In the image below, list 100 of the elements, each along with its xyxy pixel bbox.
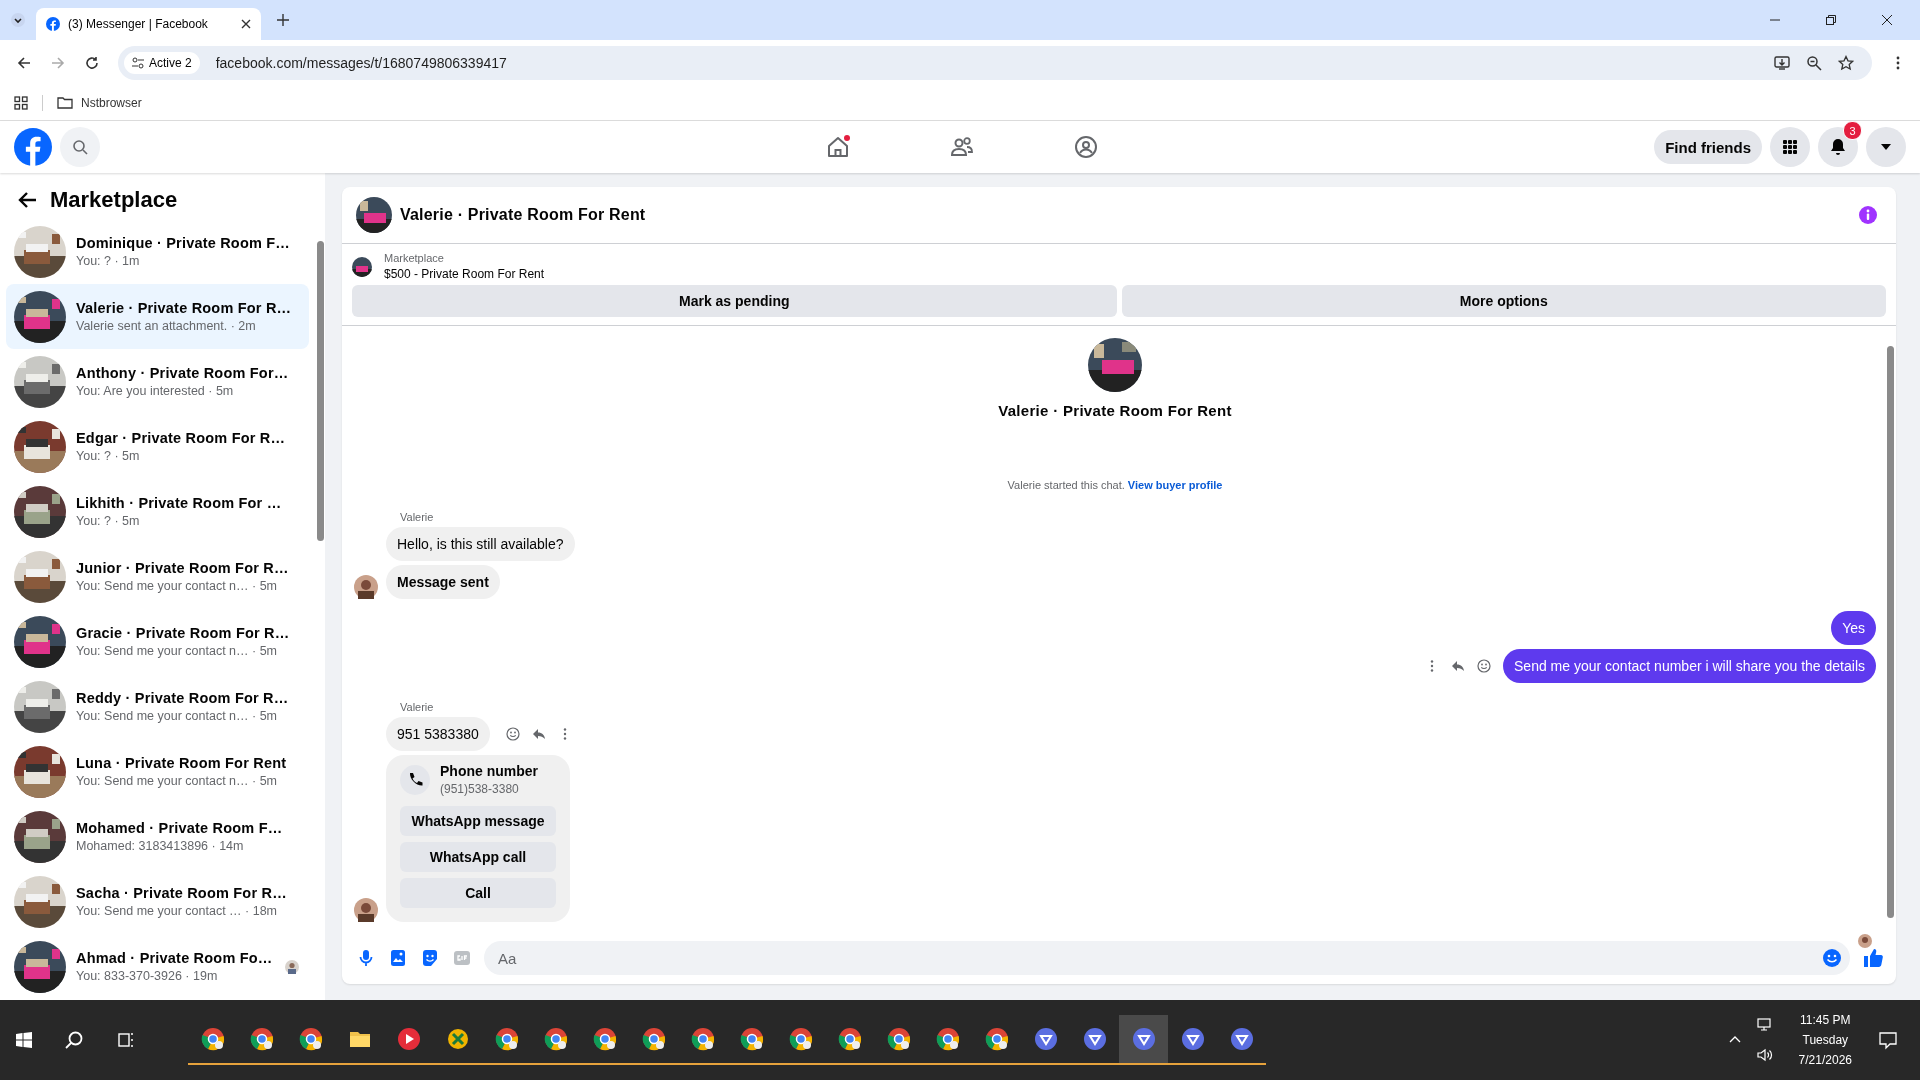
folder-icon bbox=[57, 94, 73, 111]
conversation-preview: You: Send me your contact n… · 5m bbox=[76, 774, 279, 788]
conversation-name: Gracie · Private Room For R… bbox=[76, 625, 290, 641]
contact-number: (951)538-3380 bbox=[440, 782, 520, 796]
browser-icon bbox=[494, 1027, 519, 1051]
conversation-preview: You: ? · 1m bbox=[76, 254, 141, 268]
bookmark-folder[interactable]: Nstbrowser bbox=[57, 94, 142, 111]
outgoing-message: Send me your contact number i will share you the details bbox=[1503, 649, 1876, 683]
windows-icon[interactable] bbox=[16, 1032, 32, 1048]
thumbs-up-icon[interactable] bbox=[1862, 947, 1884, 969]
conversation-preview: You: ? · 5m bbox=[76, 449, 141, 463]
conversation-item[interactable]: Junior · Private Room For R… You: Send me your contact n… · 5m bbox=[6, 544, 309, 609]
conversation-name: Dominique · Private Room F… bbox=[76, 235, 291, 251]
browser-icon bbox=[1131, 1027, 1156, 1051]
conversation-name: Mohamed · Private Room F… bbox=[76, 820, 283, 836]
conversation-name: Sacha · Private Room For R… bbox=[76, 885, 287, 901]
browser-icon bbox=[837, 1027, 862, 1051]
contact-action-button[interactable]: Call bbox=[400, 878, 556, 908]
contact-title: Phone number bbox=[440, 763, 538, 779]
close-icon[interactable] bbox=[241, 19, 251, 29]
notifications-icon[interactable] bbox=[1878, 1030, 1898, 1050]
smiley-icon[interactable] bbox=[505, 727, 520, 741]
conversation-preview: You: Are you interested · 5m bbox=[76, 384, 235, 398]
profile-chip[interactable]: Active 2 bbox=[124, 51, 200, 74]
conversation-preview: You: Send me your contact n… · 5m bbox=[76, 644, 279, 658]
conversation-item[interactable]: Gracie · Private Room For R… You: Send me your contact n… · 5m bbox=[6, 609, 309, 674]
conversation-item[interactable]: Sacha · Private Room For R… You: Send me your contact … · 18m bbox=[6, 869, 309, 934]
reload-icon[interactable] bbox=[84, 54, 100, 71]
listing-title: $500 - Private Room For Rent bbox=[384, 267, 545, 281]
site-settings-icon bbox=[132, 56, 144, 69]
taskbar-app[interactable] bbox=[1119, 1015, 1168, 1065]
task-view-icon[interactable] bbox=[116, 1030, 136, 1050]
new-tab-icon[interactable] bbox=[277, 14, 289, 26]
restore-icon[interactable] bbox=[1826, 15, 1836, 25]
browser-icon bbox=[739, 1027, 764, 1051]
listing-action-button[interactable]: More options bbox=[1121, 285, 1886, 317]
sticker-icon[interactable] bbox=[420, 948, 440, 968]
speaker-icon[interactable] bbox=[1756, 1047, 1773, 1063]
listing-action-button[interactable]: Mark as pending bbox=[352, 285, 1117, 317]
conversation-item[interactable]: Valerie · Private Room For R… Valerie sent an attachment. · 2m bbox=[6, 284, 309, 349]
contact-action-button[interactable]: WhatsApp message bbox=[400, 806, 556, 836]
conversation-name: Luna · Private Room For Rent bbox=[76, 755, 287, 771]
notifications-button[interactable] bbox=[1818, 127, 1858, 167]
address-field[interactable]: Active 2 facebook.com/messages/t/1680749806339417 bbox=[118, 45, 1872, 80]
browser-icon bbox=[886, 1027, 911, 1051]
browser-icon bbox=[690, 1027, 715, 1051]
incoming-message: 951 5383380 bbox=[386, 717, 490, 751]
back-icon[interactable] bbox=[18, 190, 38, 210]
network-icon[interactable] bbox=[1756, 1017, 1773, 1033]
conversation-name: Valerie · Private Room For R… bbox=[76, 300, 292, 316]
find-friends-button[interactable]: Find friends bbox=[1654, 130, 1762, 164]
browser-icon bbox=[1082, 1027, 1107, 1051]
conversation-item[interactable]: Edgar · Private Room For R… You: ? · 5m bbox=[6, 414, 309, 479]
back-icon[interactable] bbox=[16, 54, 32, 71]
conversation-item[interactable]: Likhith · Private Room For … You: ? · 5m bbox=[6, 479, 309, 544]
browser-tab[interactable]: (3) Messenger | Facebook bbox=[36, 8, 261, 40]
conversation-item[interactable]: Reddy · Private Room For R… You: Send me your contact n… · 5m bbox=[6, 674, 309, 739]
listing-label: Marketplace bbox=[384, 252, 445, 264]
conversation-item[interactable]: Ahmad · Private Room Fo… You: 833-370-3926 · 19m bbox=[6, 934, 309, 999]
conversation-name: Ahmad · Private Room Fo… bbox=[76, 950, 273, 966]
conversation-item[interactable]: Luna · Private Room For Rent You: Send me your contact n… · 5m bbox=[6, 739, 309, 804]
conversation-item[interactable]: Dominique · Private Room F… You: ? · 1m bbox=[6, 219, 309, 284]
conversation-name: Likhith · Private Room For … bbox=[76, 495, 282, 511]
search-button[interactable] bbox=[60, 127, 100, 167]
view-buyer-profile-link[interactable]: View buyer profile bbox=[1127, 479, 1223, 491]
zoom-icon[interactable] bbox=[1806, 54, 1822, 71]
clock-day: Tuesday bbox=[1802, 1033, 1849, 1047]
browser-icon bbox=[1180, 1027, 1205, 1051]
browser-icon bbox=[788, 1027, 813, 1051]
chat-title: Valerie · Private Room For Rent bbox=[400, 206, 646, 224]
browser-icon bbox=[1033, 1027, 1058, 1051]
info-icon[interactable] bbox=[1858, 205, 1878, 225]
facebook-icon bbox=[46, 17, 60, 31]
image-icon[interactable] bbox=[388, 948, 408, 968]
emoji-icon[interactable] bbox=[1822, 948, 1842, 968]
conversation-item[interactable]: Anthony · Private Room For… You: Are you interested · 5m bbox=[6, 349, 309, 414]
smiley-icon[interactable] bbox=[1477, 659, 1492, 673]
search-icon[interactable] bbox=[64, 1030, 84, 1050]
browser-icon bbox=[984, 1027, 1009, 1051]
message-bar[interactable]: Aa bbox=[484, 941, 1850, 975]
tab-list-icon[interactable] bbox=[10, 12, 26, 28]
install-icon[interactable] bbox=[1774, 54, 1790, 71]
browser-icon bbox=[592, 1027, 617, 1051]
conversation-preview: You: Send me your contact n… · 5m bbox=[76, 709, 279, 723]
people-icon bbox=[950, 135, 974, 159]
conversation-item[interactable]: Mohamed · Private Room F… Mohamed: 3183413896 · 14m bbox=[6, 804, 309, 869]
apps-icon[interactable] bbox=[14, 95, 28, 110]
sender-name: Valerie bbox=[400, 511, 435, 523]
close-icon[interactable] bbox=[1882, 15, 1892, 25]
groups-icon bbox=[1074, 135, 1098, 159]
menu-button[interactable] bbox=[1770, 127, 1810, 167]
message-field[interactable]: Aa bbox=[496, 948, 1822, 968]
reply-icon[interactable] bbox=[531, 727, 546, 741]
reply-icon[interactable] bbox=[1451, 659, 1466, 673]
conversation-preview: You: ? · 5m bbox=[76, 514, 141, 528]
clock-date: 7/21/2026 bbox=[1798, 1053, 1852, 1067]
incoming-message: Message sent bbox=[386, 565, 500, 599]
contact-action-button[interactable]: WhatsApp call bbox=[400, 842, 556, 872]
facebook-logo[interactable] bbox=[14, 128, 52, 166]
star-icon[interactable] bbox=[1838, 54, 1854, 71]
